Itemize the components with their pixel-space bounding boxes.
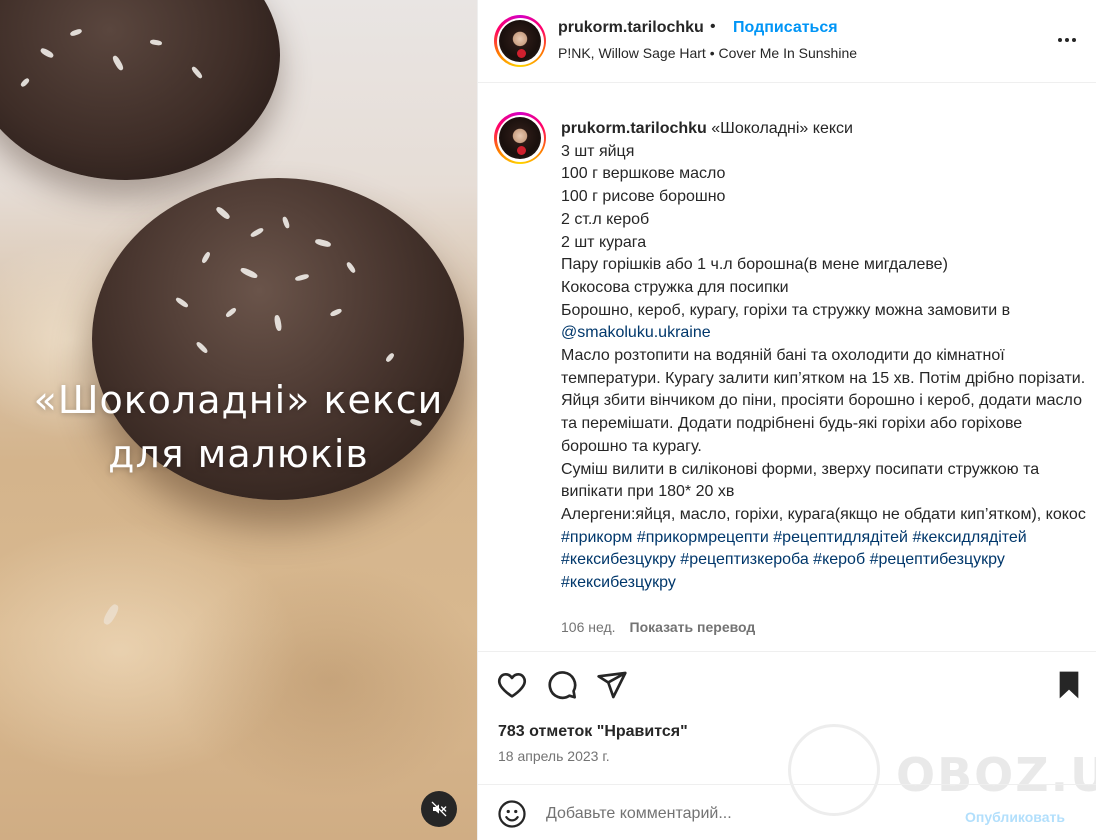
show-translation-button[interactable]: Показать перевод xyxy=(630,619,756,635)
comment-button[interactable] xyxy=(546,669,578,701)
post-header: prukorm.tarilochku • Подписаться P!NK, W… xyxy=(478,0,1096,83)
emoji-button[interactable] xyxy=(497,799,527,829)
caption-line: 100 г вершкове масло xyxy=(561,165,726,183)
audio-track-link[interactable]: P!NK, Willow Sage Hart • Cover Me In Sun… xyxy=(558,45,857,61)
emoji-icon xyxy=(498,800,526,828)
save-button[interactable] xyxy=(1053,669,1085,701)
hashtag-link[interactable]: #прикорм xyxy=(561,529,632,546)
post-media[interactable]: «Шоколадні» кекси для малюків xyxy=(0,0,477,840)
caption-line: Суміш вилити в силіконові форми, зверху … xyxy=(561,460,1040,501)
caption-area: prukorm.tarilochku «Шоколадні» кекси 3 ш… xyxy=(478,84,1096,651)
avatar-photo xyxy=(499,20,541,62)
caption-avatar[interactable] xyxy=(494,112,546,164)
publish-comment-button[interactable]: Опубликовать xyxy=(965,809,1065,825)
muffin-back xyxy=(0,0,280,180)
likes-count[interactable]: 783 отметок "Нравится" xyxy=(498,723,688,741)
post-details-panel: prukorm.tarilochku • Подписаться P!NK, W… xyxy=(477,0,1096,840)
caption-meta: 106 нед. Показать перевод xyxy=(561,619,755,635)
hashtag-link[interactable]: #рецептидлядітей xyxy=(773,529,908,546)
caption-title-line: prukorm.tarilochku «Шоколадні» кекси xyxy=(561,120,853,137)
avatar-photo xyxy=(499,117,541,159)
caption-line: 3 шт яйця xyxy=(561,142,635,160)
hashtag-link[interactable]: #прикормрецепти xyxy=(637,529,769,546)
comment-bar: Опубликовать xyxy=(478,784,1096,840)
share-button[interactable] xyxy=(596,669,628,701)
like-button[interactable] xyxy=(496,669,528,701)
hashtag-link[interactable]: #кексибезцукру xyxy=(561,551,676,568)
heart-icon xyxy=(498,673,526,698)
profile-avatar[interactable] xyxy=(494,15,546,67)
caption-line: Алергени:яйця, масло, горіхи, курага(якщ… xyxy=(561,505,1086,523)
post-date[interactable]: 18 апрель 2023 г. xyxy=(498,748,610,764)
post-age[interactable]: 106 нед. xyxy=(561,619,616,635)
caption-line: 2 ст.л кероб xyxy=(561,210,650,228)
caption-username[interactable]: prukorm.tarilochku xyxy=(561,120,707,137)
header-username[interactable]: prukorm.tarilochku xyxy=(558,19,704,37)
caption-line: Пару горішків або 1 ч.л борошна(в мене м… xyxy=(561,256,948,274)
comment-input[interactable] xyxy=(546,802,946,826)
overlay-title-line-2: для малюків xyxy=(108,432,369,476)
hashtags-line: #прикорм #прикормрецепти #рецептидлядіте… xyxy=(561,527,1091,595)
comment-icon xyxy=(548,671,577,700)
action-bar xyxy=(478,651,1096,721)
caption-mention-line: @smakoluku.ukraine xyxy=(561,322,1091,345)
more-options-icon xyxy=(1058,38,1062,42)
mute-toggle-button[interactable] xyxy=(421,791,457,827)
caption-line: Масло розтопити на водяній бані та охоло… xyxy=(561,347,1086,455)
caption-line: 100 г рисове борошно xyxy=(561,188,726,206)
hashtag-link[interactable]: #рецептизкероба xyxy=(680,551,808,568)
caption-line: 2 шт курага xyxy=(561,233,647,251)
header-separator: • xyxy=(710,18,716,35)
follow-button[interactable]: Подписаться xyxy=(733,19,838,37)
more-options-button[interactable] xyxy=(1052,28,1082,52)
hashtag-link[interactable]: #кероб xyxy=(813,551,865,568)
hashtag-link[interactable]: #рецептибезцукру xyxy=(870,551,1005,568)
speaker-muted-icon xyxy=(431,801,447,817)
bookmark-icon xyxy=(1059,671,1079,699)
send-icon xyxy=(597,671,627,699)
overlay-title-line-1: «Шоколадні» кекси xyxy=(33,378,444,422)
caption-line: Кокосова стружка для посипки xyxy=(561,278,789,296)
hashtag-link[interactable]: #кексибезцукру xyxy=(561,574,676,591)
caption-text: prukorm.tarilochku «Шоколадні» кекси 3 ш… xyxy=(561,118,1091,595)
mention-link[interactable]: @smakoluku.ukraine xyxy=(561,324,711,341)
parchment-paper-shade xyxy=(170,560,477,800)
caption-line: Борошно, кероб, курагу, горіхи та стружк… xyxy=(561,301,1011,319)
hashtag-link[interactable]: #кексидлядітей xyxy=(912,529,1026,546)
